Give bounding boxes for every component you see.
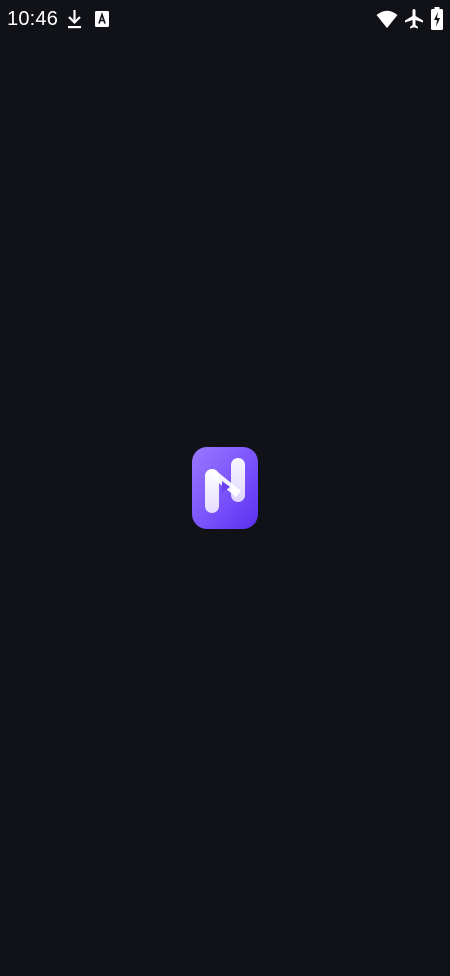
app-logo-icon <box>192 447 258 529</box>
wifi-icon <box>376 10 398 28</box>
splash-screen: 10:46 <box>0 0 450 976</box>
airplane-mode-icon <box>405 9 423 29</box>
download-icon <box>68 10 81 29</box>
status-time: 10:46 <box>7 8 59 30</box>
battery-charging-icon <box>431 7 443 30</box>
status-bar: 10:46 <box>0 0 450 38</box>
a-notification-icon <box>95 11 109 27</box>
